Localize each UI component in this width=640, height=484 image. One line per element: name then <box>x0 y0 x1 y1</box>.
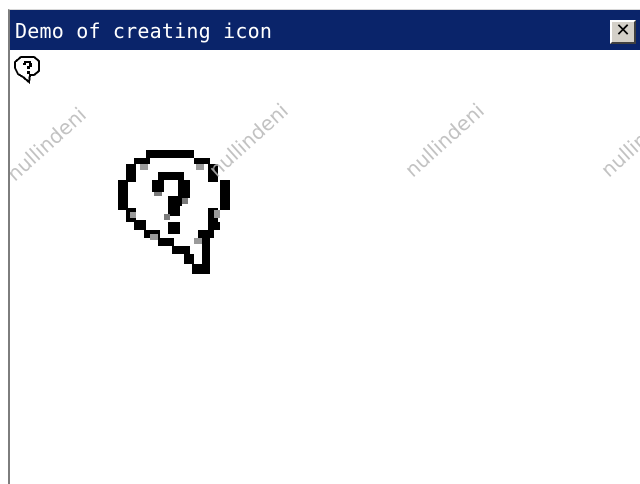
watermark-text: nullindeni <box>10 102 91 186</box>
close-icon: ✕ <box>615 20 631 41</box>
small-help-bubble-icon <box>14 56 40 84</box>
close-button[interactable]: ✕ <box>610 20 636 44</box>
title-bar[interactable]: Demo of creating icon ✕ <box>10 10 640 50</box>
watermark-text: nullindeni <box>400 98 489 182</box>
client-area: nullindeni nullindeni nullindeni nullind… <box>10 50 640 484</box>
window-title: Demo of creating icon <box>15 19 273 43</box>
desktop: Demo of creating icon ✕ nullindeni nulli… <box>0 0 640 484</box>
large-help-bubble-icon <box>118 150 230 274</box>
watermark-text: nullindeni <box>596 98 640 182</box>
app-window: Demo of creating icon ✕ nullindeni nulli… <box>8 9 640 484</box>
